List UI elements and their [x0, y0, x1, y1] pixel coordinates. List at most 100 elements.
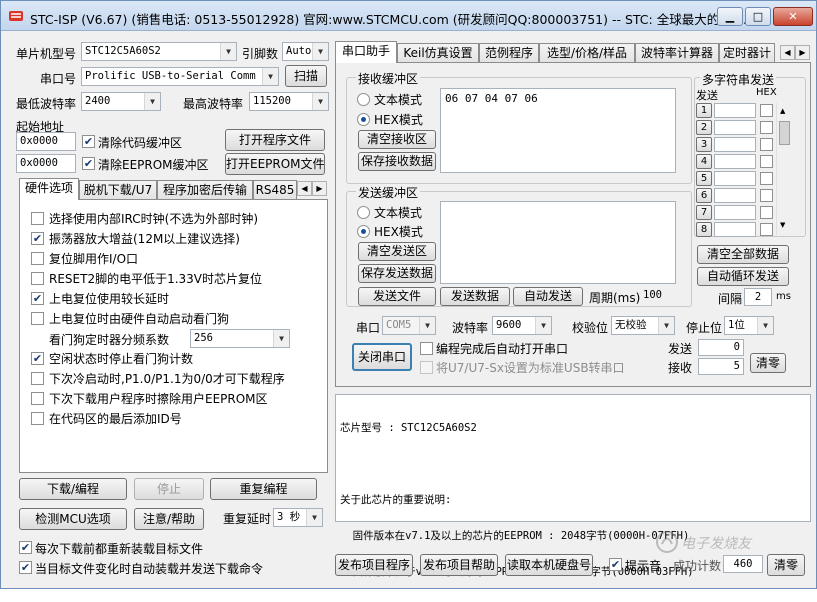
multi-send-row-hex-checkbox[interactable]	[760, 155, 773, 168]
multi-send-row-button[interactable]: 3	[696, 137, 712, 152]
publish-project-button[interactable]: 发布项目程序	[335, 554, 413, 576]
clear-success-count-button[interactable]: 清零	[767, 554, 805, 576]
send-data-button[interactable]: 发送数据	[440, 287, 510, 306]
check-mcu-button[interactable]: 检测MCU选项	[19, 508, 127, 530]
max-baud-select[interactable]: 115200 ▼	[249, 92, 329, 111]
multi-send-row-hex-checkbox[interactable]	[760, 189, 773, 202]
auto-open-port-checkbox[interactable]	[420, 342, 433, 355]
minimize-button[interactable]: ▁	[717, 7, 743, 26]
multi-send-row-input[interactable]	[714, 205, 756, 220]
serial-port-select[interactable]: COM5 ▼	[382, 316, 436, 335]
multi-send-row-button[interactable]: 5	[696, 171, 712, 186]
multi-send-row-input[interactable]	[714, 120, 756, 135]
send-textarea[interactable]	[440, 201, 676, 284]
sound-checkbox[interactable]: ✔	[609, 558, 622, 571]
option-checkbox[interactable]	[31, 212, 44, 225]
clear-counter-button[interactable]: 清零	[750, 353, 786, 373]
watchdog-div-select[interactable]: 256 ▼	[190, 329, 290, 348]
tab-encrypted-transfer[interactable]: 程序加密后传输	[157, 180, 253, 200]
code-address-input[interactable]: 0x0000	[16, 132, 76, 151]
reprogram-button[interactable]: 重复编程	[210, 478, 317, 500]
multi-send-scrollbar[interactable]: ▲ ▼	[776, 103, 793, 235]
publish-help-button[interactable]: 发布项目帮助	[420, 554, 498, 576]
auto-send-button[interactable]: 自动发送	[513, 287, 583, 306]
tab-offline-download[interactable]: 脱机下载/U7	[79, 180, 157, 200]
multi-send-row-button[interactable]: 6	[696, 188, 712, 203]
open-eeprom-button[interactable]: 打开EEPROM文件	[225, 153, 325, 175]
tab-rs485[interactable]: RS485	[253, 180, 297, 200]
option-checkbox[interactable]	[31, 372, 44, 385]
multi-send-row-input[interactable]	[714, 103, 756, 118]
receive-textarea[interactable]: 06 07 04 07 06	[440, 88, 676, 173]
tab-baud-calculator[interactable]: 波特率计算器	[635, 43, 719, 63]
usb-serial-checkbox[interactable]	[420, 361, 433, 374]
clear-eeprom-checkbox[interactable]: ✔	[82, 157, 95, 170]
auto-loop-send-button[interactable]: 自动循环发送	[697, 267, 789, 286]
option-checkbox[interactable]	[31, 312, 44, 325]
read-disk-id-button[interactable]: 读取本机硬盘号	[505, 554, 593, 576]
multi-send-row-hex-checkbox[interactable]	[760, 223, 773, 236]
clear-all-data-button[interactable]: 清空全部数据	[697, 245, 789, 264]
multi-send-row-button[interactable]: 8	[696, 222, 712, 237]
recv-hex-mode-radio[interactable]	[357, 113, 370, 126]
save-receive-button[interactable]: 保存接收数据	[358, 152, 436, 171]
min-baud-select[interactable]: 2400 ▼	[81, 92, 161, 111]
close-button[interactable]: ✕	[773, 7, 813, 26]
close-port-button[interactable]: 关闭串口	[352, 343, 412, 371]
multi-send-row-hex-checkbox[interactable]	[760, 138, 773, 151]
multi-send-row-hex-checkbox[interactable]	[760, 104, 773, 117]
baud-rate-select[interactable]: 9600 ▼	[492, 316, 552, 335]
stop-button[interactable]: 停止	[134, 478, 204, 500]
multi-send-row-input[interactable]	[714, 171, 756, 186]
send-hex-mode-radio[interactable]	[357, 225, 370, 238]
period-input[interactable]: 100	[640, 287, 672, 306]
scroll-thumb[interactable]	[779, 121, 790, 145]
multi-send-row-input[interactable]	[714, 222, 756, 237]
scan-button[interactable]: 扫描	[285, 65, 327, 87]
help-button[interactable]: 注意/帮助	[134, 508, 204, 530]
port-select[interactable]: Prolific USB-to-Serial Comm Po ▼	[81, 67, 279, 86]
repeat-delay-select[interactable]: 3 秒 ▼	[273, 508, 323, 527]
tab-hardware-options[interactable]: 硬件选项	[19, 178, 79, 200]
tab-keil-settings[interactable]: Keil仿真设置	[397, 43, 479, 63]
tab-scroll-right-icon[interactable]: ▶	[312, 181, 327, 196]
multi-send-row-input[interactable]	[714, 154, 756, 169]
option-checkbox[interactable]	[31, 272, 44, 285]
save-send-button[interactable]: 保存发送数据	[358, 264, 436, 283]
send-text-mode-radio[interactable]	[357, 206, 370, 219]
clear-receive-button[interactable]: 清空接收区	[358, 130, 436, 149]
option-checkbox[interactable]: ✔	[31, 352, 44, 365]
tab-scroll-right-icon[interactable]: ▶	[795, 45, 810, 60]
interval-input[interactable]: 2	[744, 288, 772, 306]
tab-scroll-left-icon[interactable]: ◀	[780, 45, 795, 60]
multi-send-row-hex-checkbox[interactable]	[760, 206, 773, 219]
reload-each-checkbox[interactable]: ✔	[19, 541, 32, 554]
mcu-type-select[interactable]: STC12C5A60S2 ▼	[81, 42, 237, 61]
multi-send-row-hex-checkbox[interactable]	[760, 121, 773, 134]
parity-select[interactable]: 无校验 ▼	[611, 316, 675, 335]
option-checkbox[interactable]	[31, 392, 44, 405]
eeprom-address-input[interactable]: 0x0000	[16, 154, 76, 173]
option-checkbox[interactable]: ✔	[31, 292, 44, 305]
maximize-button[interactable]: □	[745, 7, 771, 26]
pin-count-select[interactable]: Auto ▼	[282, 42, 329, 61]
multi-send-row-button[interactable]: 1	[696, 103, 712, 118]
auto-reload-checkbox[interactable]: ✔	[19, 561, 32, 574]
tab-scroll-left-icon[interactable]: ◀	[297, 181, 312, 196]
stop-bits-select[interactable]: 1位 ▼	[724, 316, 774, 335]
tab-examples[interactable]: 范例程序	[479, 43, 539, 63]
clear-code-checkbox[interactable]: ✔	[82, 135, 95, 148]
option-checkbox[interactable]: ✔	[31, 232, 44, 245]
tab-serial-assistant[interactable]: 串口助手	[335, 41, 397, 63]
multi-send-row-hex-checkbox[interactable]	[760, 172, 773, 185]
tab-selection-price[interactable]: 选型/价格/样品	[539, 43, 635, 63]
download-button[interactable]: 下载/编程	[19, 478, 127, 500]
recv-text-mode-radio[interactable]	[357, 93, 370, 106]
tab-timer-calculator[interactable]: 定时器计	[719, 43, 775, 63]
multi-send-row-button[interactable]: 2	[696, 120, 712, 135]
send-file-button[interactable]: 发送文件	[358, 287, 436, 306]
open-program-button[interactable]: 打开程序文件	[225, 129, 325, 151]
multi-send-row-button[interactable]: 4	[696, 154, 712, 169]
multi-send-row-input[interactable]	[714, 188, 756, 203]
option-checkbox[interactable]	[31, 412, 44, 425]
